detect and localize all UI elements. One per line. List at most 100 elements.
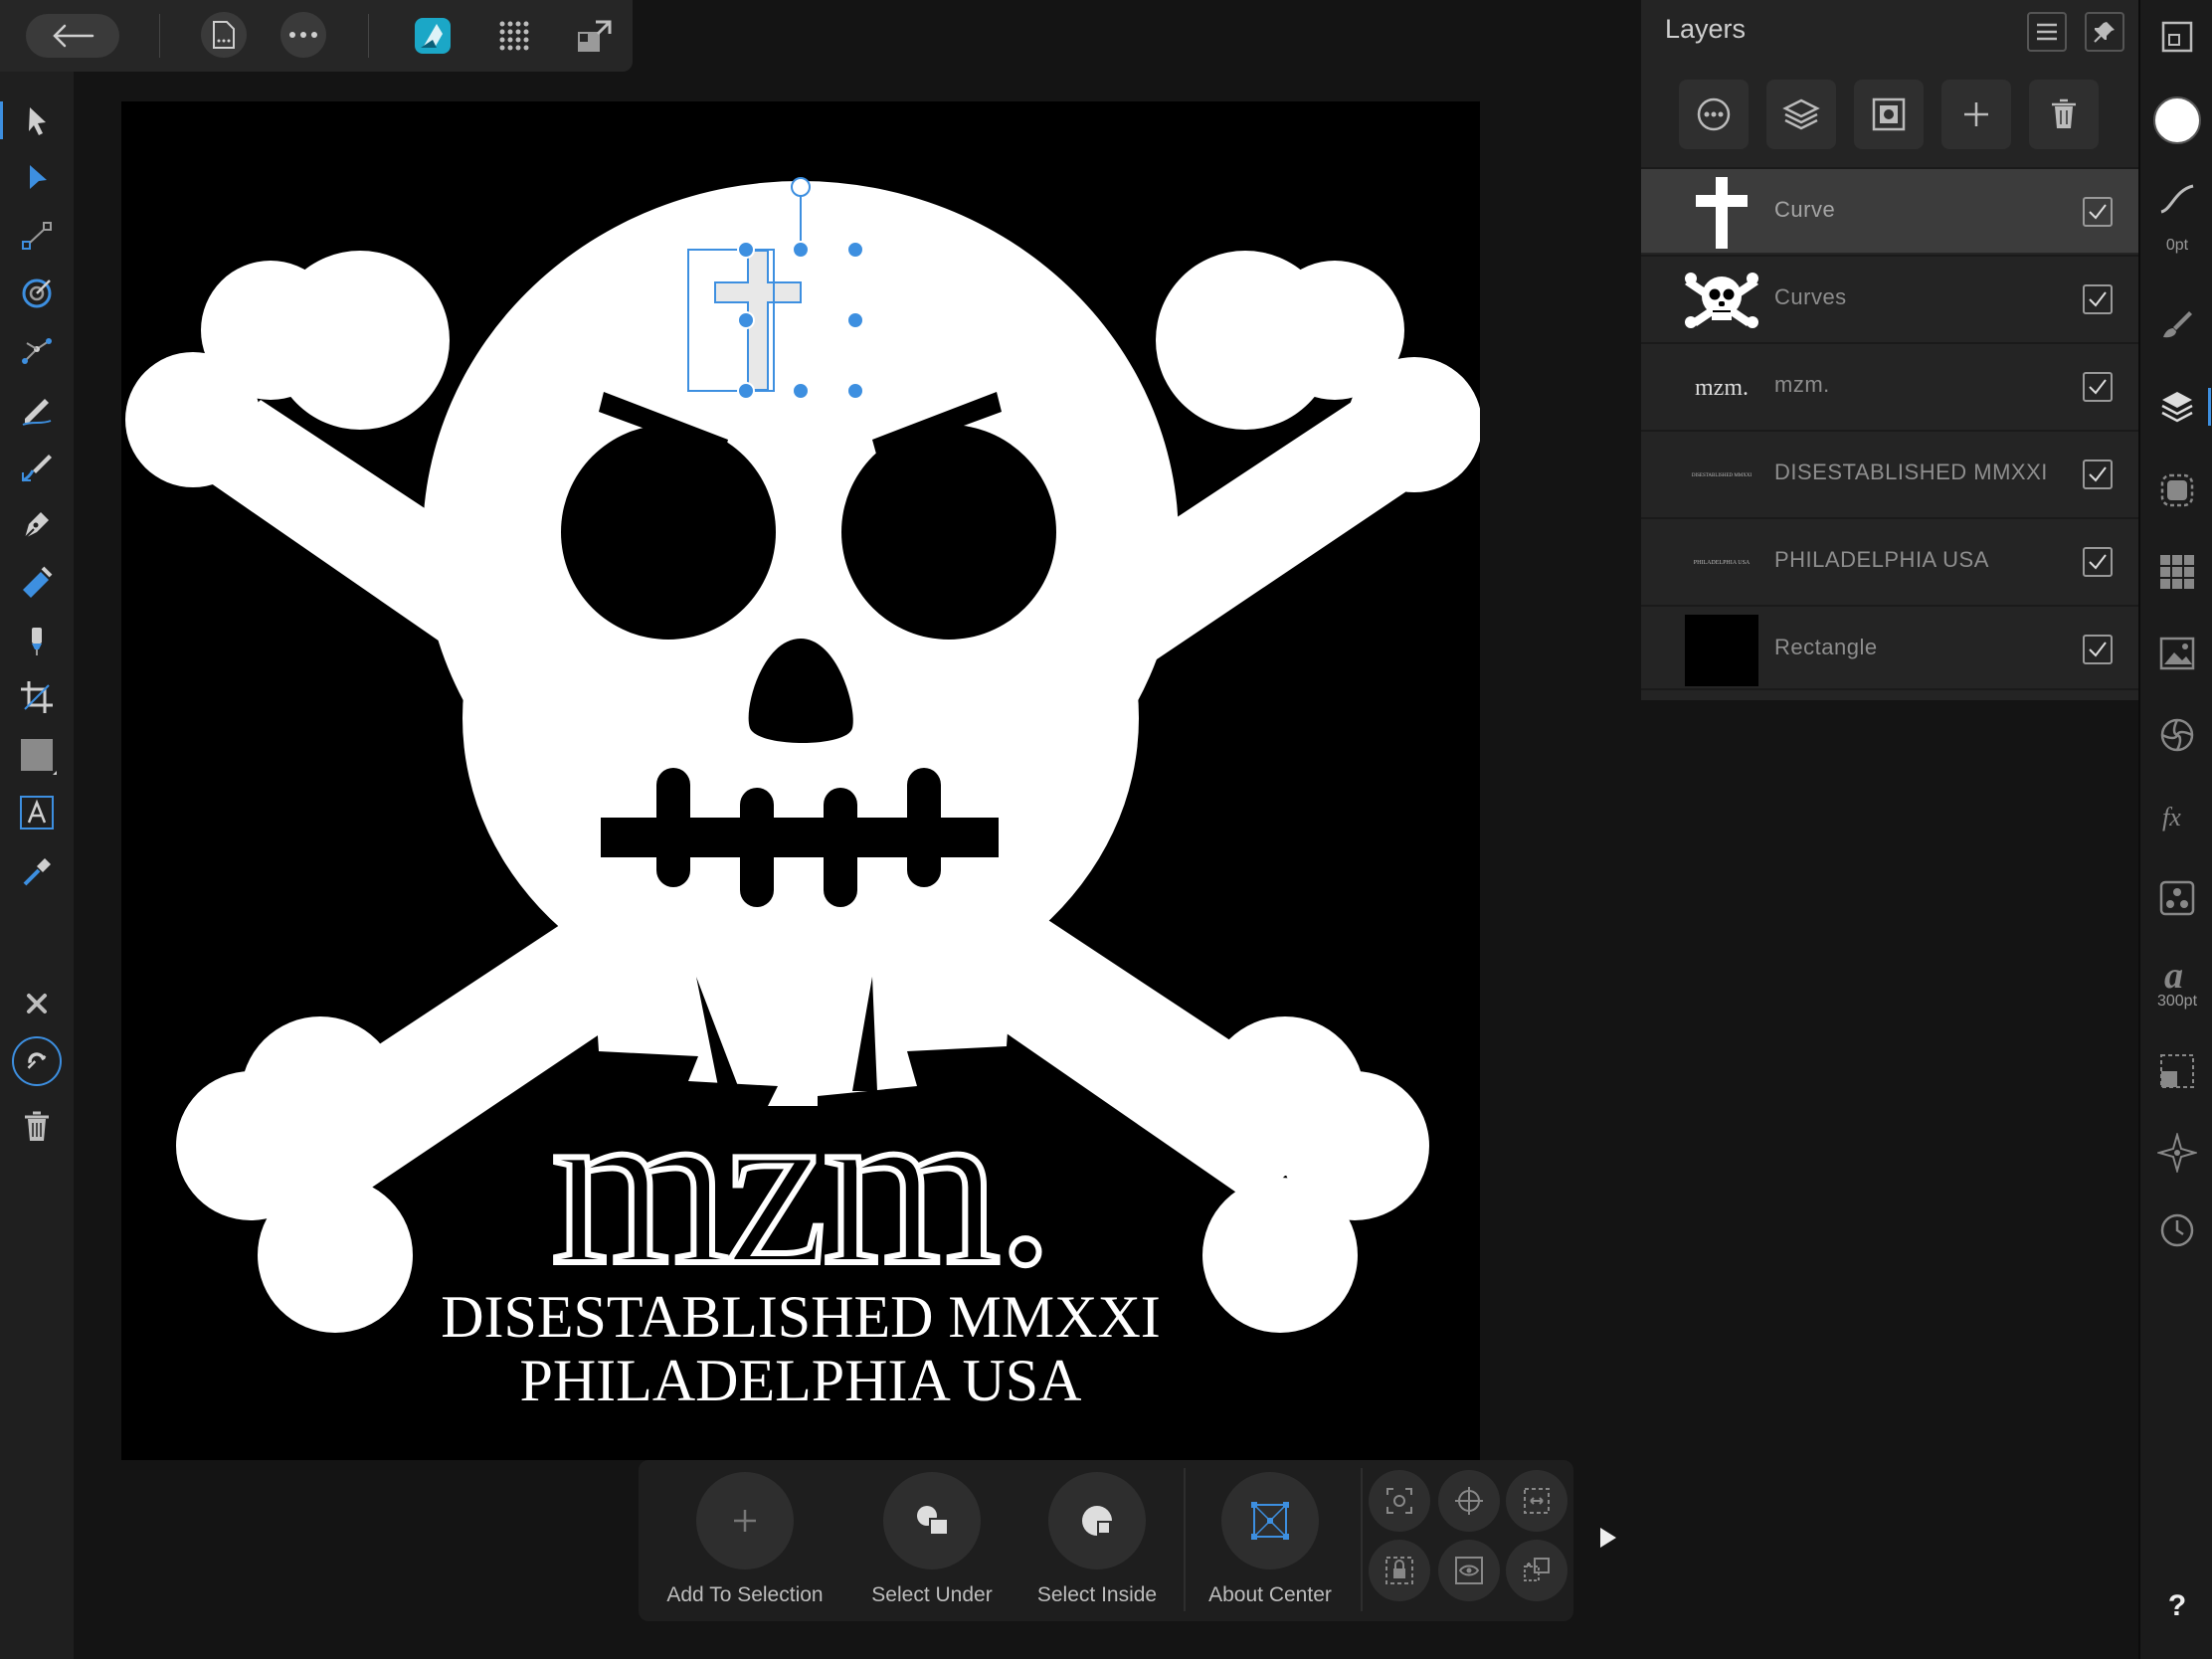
- checkmark-icon: [2089, 642, 2107, 657]
- fit-selection-button[interactable]: [1506, 1470, 1567, 1532]
- assets-panel-button[interactable]: [2152, 629, 2202, 678]
- back-button[interactable]: [26, 14, 119, 58]
- add-layer-button[interactable]: [1941, 80, 2011, 149]
- layer-thumbnail: [1685, 265, 1758, 336]
- fill-tool[interactable]: [12, 557, 62, 607]
- crop-icon: [21, 681, 53, 713]
- affinity-designer-app: mzm. DISESTABLISHED MMXXI PHILADELPHIA U…: [0, 0, 2212, 1659]
- top-toolbar: [0, 0, 633, 72]
- layer-visibility-checkbox[interactable]: [2083, 197, 2113, 227]
- snap-to-selection-button[interactable]: [1369, 1470, 1430, 1532]
- expand-context-bar-button[interactable]: [1591, 1518, 1625, 1558]
- history-panel-button[interactable]: [2152, 1205, 2202, 1255]
- pixel-persona-button[interactable]: [491, 16, 537, 56]
- image-icon: [2159, 637, 2195, 670]
- view-selection-button[interactable]: [1438, 1540, 1500, 1601]
- layers-icon: [2161, 392, 2193, 423]
- transparency-tool[interactable]: [12, 615, 62, 664]
- checkmark-icon: [2089, 204, 2107, 220]
- cancel-tool-button[interactable]: [12, 979, 62, 1028]
- more-options-button[interactable]: [280, 12, 326, 58]
- color-panel-button[interactable]: [2152, 95, 2202, 145]
- duplicate-icon: [1524, 1558, 1550, 1581]
- rectangle-tool[interactable]: [12, 730, 62, 780]
- corner-tool[interactable]: [12, 269, 62, 318]
- document-menu-button[interactable]: [201, 12, 247, 58]
- document-canvas[interactable]: mzm. DISESTABLISHED MMXXI PHILADELPHIA U…: [121, 101, 1480, 1460]
- add-layer-stack-button[interactable]: [1766, 80, 1836, 149]
- tagline-line1[interactable]: DISESTABLISHED MMXXI: [121, 1285, 1480, 1349]
- affinity-designer-persona-icon: [415, 18, 451, 54]
- center-on-selection-button[interactable]: [1438, 1470, 1500, 1532]
- checkmark-icon: [2089, 466, 2107, 482]
- layer-row-philadelphia[interactable]: PHILADELPHIA USA PHILADELPHIA USA: [1641, 517, 2138, 603]
- blend-mode-button[interactable]: [1679, 80, 1749, 149]
- compass-star-icon: [2157, 1133, 2197, 1173]
- tagline-line2[interactable]: PHILADELPHIA USA: [121, 1349, 1480, 1412]
- snapping-button[interactable]: [12, 1036, 62, 1086]
- delete-layer-button[interactable]: [2029, 80, 2099, 149]
- transform-panel-button[interactable]: [2152, 710, 2202, 760]
- stroke-panel-button[interactable]: [2152, 175, 2202, 225]
- layer-row-curve[interactable]: Curve: [1641, 167, 2138, 253]
- lock-frame-icon: [1385, 1557, 1413, 1584]
- duplicate-selection-button[interactable]: [1506, 1540, 1567, 1601]
- divider: [159, 14, 160, 58]
- snapping-panel-button[interactable]: [2152, 1128, 2202, 1178]
- about-center-button[interactable]: [1221, 1472, 1319, 1569]
- layer-row-curves[interactable]: Curves: [1641, 255, 2138, 340]
- trash-icon: [2052, 98, 2076, 128]
- text-line-thumbnail: DISESTABLISHED MMXXI: [1691, 472, 1752, 478]
- artistic-text-tool[interactable]: [12, 788, 62, 837]
- select-inside-button[interactable]: [1048, 1472, 1146, 1569]
- crosshair-icon: [1455, 1487, 1483, 1515]
- layers-panel-title: Layers: [1665, 14, 1747, 44]
- help-button[interactable]: ?: [2152, 1581, 2202, 1631]
- pin-icon: [2094, 22, 2115, 43]
- layer-visibility-checkbox[interactable]: [2083, 547, 2113, 577]
- pencil-tool[interactable]: [12, 384, 62, 434]
- add-to-selection-button[interactable]: [696, 1472, 794, 1569]
- layer-visibility-checkbox[interactable]: [2083, 635, 2113, 664]
- designer-persona-button[interactable]: [410, 16, 456, 56]
- crop-tool[interactable]: [12, 672, 62, 722]
- layer-visibility-checkbox[interactable]: [2083, 460, 2113, 489]
- logo-wordmark[interactable]: mzm.: [121, 1068, 1480, 1303]
- layer-row-mzm[interactable]: mzm. mzm.: [1641, 342, 2138, 428]
- delete-button[interactable]: [12, 1102, 62, 1152]
- export-persona-button[interactable]: [571, 16, 617, 56]
- add-mask-button[interactable]: [1854, 80, 1924, 149]
- move-tool[interactable]: [0, 95, 62, 145]
- mask-icon: [1872, 97, 1906, 131]
- pin-panel-button[interactable]: [2085, 12, 2124, 52]
- plus-icon: [1964, 102, 1988, 126]
- constraints-panel-button[interactable]: [2152, 1046, 2202, 1096]
- panel-menu-button[interactable]: [2027, 12, 2067, 52]
- color-picker-tool[interactable]: [12, 845, 62, 895]
- pen-tool-nodes[interactable]: [12, 326, 62, 376]
- layer-row-rectangle[interactable]: Rectangle: [1641, 605, 2138, 690]
- corner-target-icon: [22, 278, 52, 308]
- styles-icon: [2159, 880, 2195, 916]
- select-under-button[interactable]: [883, 1472, 981, 1569]
- point-transform-tool[interactable]: [12, 211, 62, 261]
- fill-color-swatch: [2153, 96, 2201, 144]
- select-inside-label: Select Inside: [1036, 1583, 1158, 1606]
- node-tool[interactable]: [12, 153, 62, 203]
- vector-brush-tool[interactable]: [12, 442, 62, 491]
- effects-panel-button[interactable]: fx: [2152, 792, 2202, 841]
- help-question-mark: ?: [2167, 1589, 2187, 1622]
- layer-row-disestablished[interactable]: DISESTABLISHED MMXXI DISESTABLISHED MMXX…: [1641, 430, 2138, 515]
- styles-panel-button[interactable]: [2152, 873, 2202, 923]
- pen-tool[interactable]: [12, 499, 62, 549]
- appearance-panel-button[interactable]: [2152, 465, 2202, 515]
- layer-thumbnail: PHILADELPHIA USA: [1685, 527, 1758, 599]
- brushes-panel-button[interactable]: [2152, 298, 2202, 348]
- lock-selection-button[interactable]: [1369, 1540, 1430, 1601]
- layer-visibility-checkbox[interactable]: [2083, 372, 2113, 402]
- layer-visibility-checkbox[interactable]: [2083, 284, 2113, 314]
- layers-panel-button[interactable]: [2152, 382, 2211, 432]
- swatches-panel-button[interactable]: [2152, 547, 2202, 597]
- mzm-text-thumbnail: mzm.: [1695, 374, 1749, 401]
- navigator-button[interactable]: [2152, 12, 2202, 62]
